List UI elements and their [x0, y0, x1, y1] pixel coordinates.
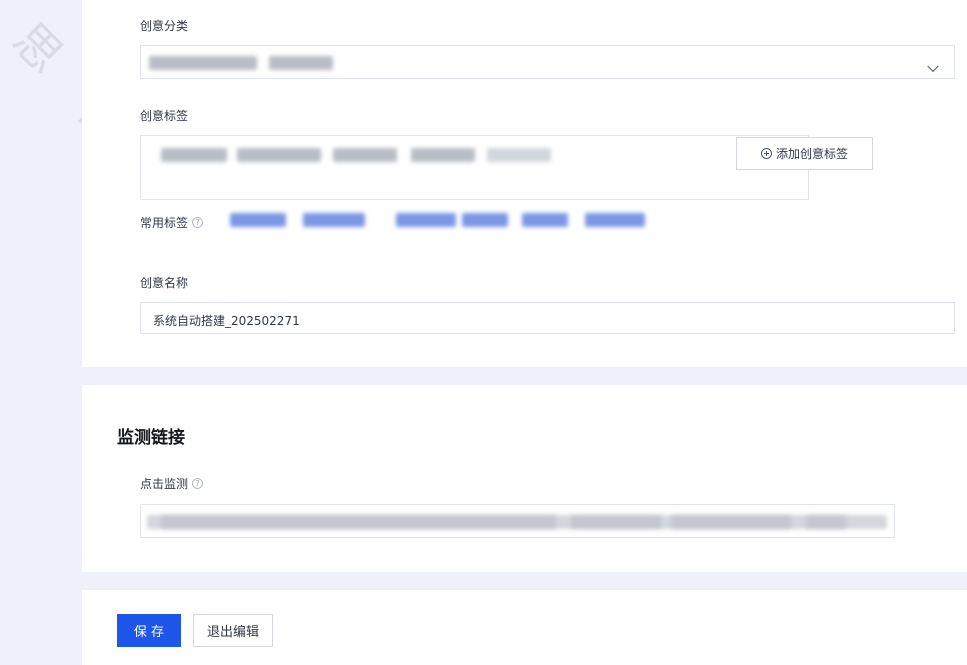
creative-tags-label: 创意标签 — [140, 109, 189, 123]
common-tag[interactable] — [303, 213, 365, 227]
common-tag[interactable] — [462, 213, 508, 227]
common-tags-label: 常用标签? — [140, 216, 204, 230]
add-creative-tag-label: 添加创意标签 — [775, 147, 848, 161]
common-tags-label-text: 常用标签 — [140, 216, 189, 230]
form-actions-panel: 保 存 退出编辑 — [82, 590, 967, 665]
help-icon[interactable]: ? — [192, 478, 204, 489]
section-title: 监测链接 — [117, 428, 185, 448]
monitor-link-panel: 监测链接 点击监测? — [82, 385, 967, 572]
plus-circle-icon — [760, 148, 772, 159]
common-tag[interactable] — [230, 213, 286, 227]
creative-name-value: 系统自动搭建_202502271 — [153, 314, 300, 328]
common-tag[interactable] — [396, 213, 456, 227]
creative-category-label: 创意分类 — [140, 19, 189, 33]
exit-edit-button[interactable]: 退出编辑 — [193, 614, 273, 647]
creative-tags-input[interactable] — [140, 135, 809, 200]
save-button[interactable]: 保 存 — [117, 614, 181, 647]
chevron-down-icon — [927, 60, 939, 73]
creative-settings-panel: 创意分类 创意标签 添加创意标签 常用标签? 创意名称 系统自动搭建_20250… — [82, 0, 967, 367]
creative-name-input[interactable]: 系统自动搭建_202502271 — [140, 302, 955, 334]
click-monitor-label-text: 点击监测 — [140, 477, 189, 491]
watermark-char-1: 思 — [2, 12, 74, 84]
common-tag[interactable] — [522, 213, 568, 227]
click-monitor-label: 点击监测? — [140, 477, 204, 491]
creative-category-select[interactable] — [140, 45, 955, 79]
creative-name-label: 创意名称 — [140, 276, 189, 290]
common-tag[interactable] — [585, 213, 645, 227]
click-monitor-input[interactable] — [140, 504, 895, 538]
help-icon[interactable]: ? — [192, 217, 204, 228]
add-creative-tag-button[interactable]: 添加创意标签 — [736, 137, 873, 170]
